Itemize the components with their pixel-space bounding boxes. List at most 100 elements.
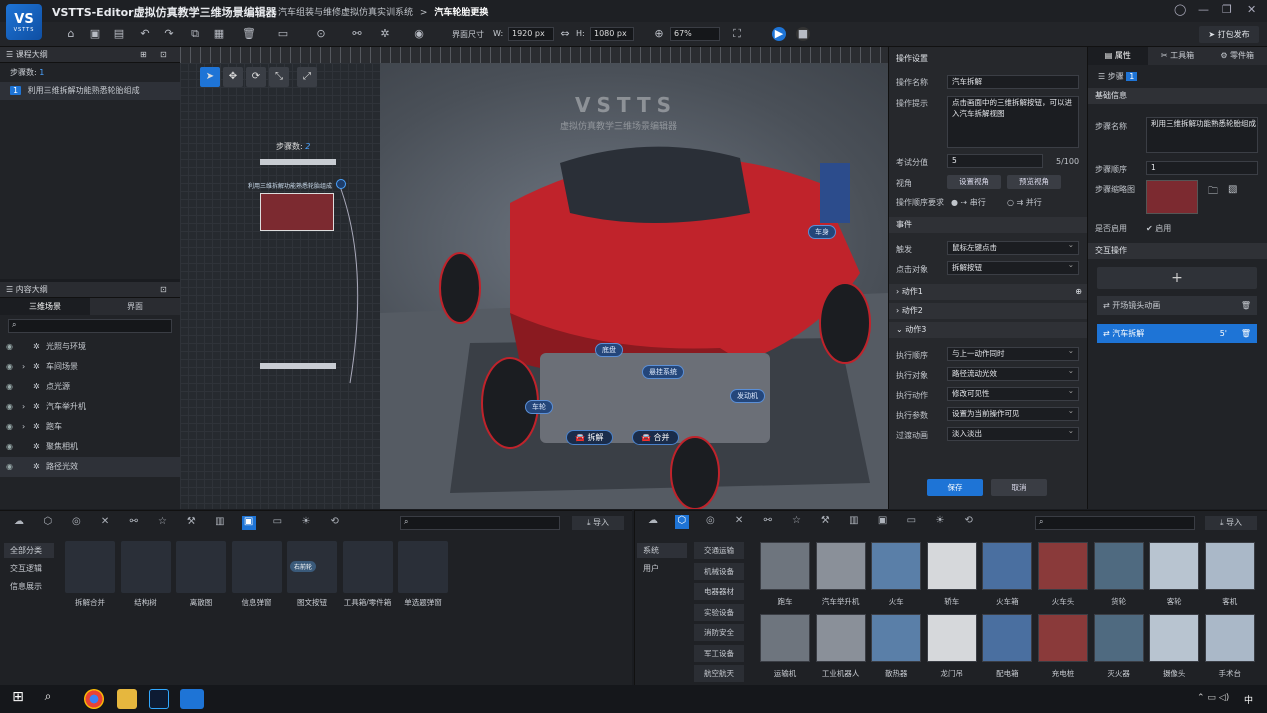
folder-icon[interactable] (117, 689, 137, 709)
library-category-icon[interactable]: ⚒ (184, 516, 198, 530)
asset-thumbnail[interactable] (1149, 614, 1200, 662)
paste-icon[interactable]: ▦ (212, 27, 226, 41)
flow-node-thumbnail[interactable] (260, 193, 334, 231)
widget-thumbnail[interactable] (342, 541, 393, 593)
link-ratio-icon[interactable]: ⇔ (558, 27, 572, 41)
chevron-right-icon[interactable]: › (22, 397, 25, 417)
windows-icon[interactable]: ⊞ (8, 689, 28, 709)
add-action-icon[interactable]: ⊕ (1075, 284, 1082, 300)
add-icon[interactable]: ⊞ (140, 47, 147, 63)
library-category-icon[interactable]: ☁ (12, 516, 26, 530)
content-search-input[interactable]: ⌕ (8, 319, 172, 333)
eye-icon[interactable]: ◉ (6, 337, 13, 357)
assemble-button[interactable]: 🚘 合并 (632, 430, 679, 445)
flow-up-bar[interactable] (260, 159, 336, 165)
link-icon[interactable]: ⚯ (350, 27, 364, 41)
image-icon[interactable]: ▧ (1228, 184, 1237, 195)
asset-subcategory[interactable]: 军工设备 (694, 644, 744, 662)
flow-node-dot[interactable] (336, 179, 346, 189)
scene-tree-item[interactable]: ◉ › ✲ 车间场景 (0, 357, 180, 377)
library-category-icon[interactable]: ◎ (69, 516, 83, 530)
asset-search-input[interactable]: ⌕ (1035, 516, 1195, 530)
eye-icon[interactable]: ◉ (6, 457, 13, 477)
chevron-right-icon[interactable]: › (22, 357, 25, 377)
scene-tree-item[interactable]: ◉ › ✲ 跑车 (0, 417, 180, 437)
tag-wheel[interactable]: 车轮 (525, 400, 553, 414)
asset-category-icon[interactable]: ☀ (933, 515, 947, 529)
chrome-icon[interactable] (84, 689, 104, 709)
library-category-icon[interactable]: ▣ (241, 516, 256, 530)
scene-tree-item[interactable]: ◉ ✲ 光照与环境 (0, 337, 180, 357)
asset-thumbnail[interactable] (1093, 614, 1144, 662)
asset-subcategory[interactable]: 交通运输 (694, 542, 744, 559)
widget-thumbnail[interactable] (398, 541, 448, 593)
eye-icon[interactable]: ◉ (6, 437, 13, 457)
enable-checkbox[interactable]: ✔ 启用 (1146, 223, 1171, 234)
asset-category-icon[interactable]: ◎ (703, 515, 717, 529)
asset-thumbnail[interactable] (982, 614, 1033, 662)
scene-tree-item[interactable]: ◉ ✲ 点光源 (0, 377, 180, 397)
operation-item[interactable]: ⇄ 开场镜头动画 🗑 (1097, 296, 1257, 315)
tag-chassis[interactable]: 底盘 (595, 343, 623, 357)
asset-thumbnail[interactable] (815, 614, 866, 662)
redo-icon[interactable]: ↷ (162, 27, 176, 41)
search-icon[interactable]: ⌕ (38, 689, 58, 709)
asset-category-icon[interactable]: ⚯ (761, 515, 775, 529)
scene-tree-item[interactable]: ◉ ✲ 聚焦相机 (0, 437, 180, 457)
op-name-input[interactable]: 汽车拆解 (947, 75, 1079, 89)
scene-tree-item[interactable]: ◉ ✲ 路径光效 (0, 457, 180, 477)
camera-icon[interactable]: ▭ (276, 27, 290, 41)
minimize-icon[interactable]: — (1198, 3, 1209, 16)
widget-thumbnail[interactable] (231, 541, 282, 593)
tab-interface[interactable]: 界面 (90, 298, 180, 315)
stop-icon[interactable]: ■ (796, 27, 810, 41)
step-name-input[interactable]: 利用三维拆解功能熟悉轮胎组成 (1146, 117, 1258, 153)
asset-category-icon[interactable]: ▣ (876, 515, 890, 529)
ime-indicator[interactable]: 中 (1244, 693, 1253, 706)
scale-tool-icon[interactable]: ⤡ (269, 67, 289, 87)
import-button[interactable]: ⤓ 导入 (1205, 516, 1257, 530)
asset-thumbnail[interactable] (760, 614, 810, 662)
eye-icon[interactable]: ◉ (6, 357, 13, 377)
asset-category-icon[interactable]: ⬡ (674, 515, 689, 529)
delete-icon[interactable]: 🗑 (242, 27, 256, 41)
asset-thumbnail[interactable] (815, 542, 866, 590)
breadcrumb-item[interactable]: 汽车轮胎更换 (434, 8, 488, 18)
import-button[interactable]: ⤓ 导入 (572, 516, 624, 530)
trigger-select[interactable]: 鼠标左键点击 (947, 239, 1079, 255)
height-input[interactable]: 1080 px (590, 27, 634, 41)
category-interaction[interactable]: 交互逻辑 (4, 561, 54, 576)
step-thumbnail[interactable] (1146, 180, 1198, 214)
eye-icon[interactable]: ◉ (6, 397, 13, 417)
library-category-icon[interactable]: ⬡ (41, 516, 55, 530)
asset-subcategory[interactable]: 机械设备 (694, 562, 744, 580)
play-icon[interactable]: ▶ (772, 27, 786, 41)
save-button[interactable]: 保存 (927, 479, 983, 496)
library-category-icon[interactable]: ☀ (299, 516, 313, 530)
asset-thumbnail[interactable] (926, 614, 977, 662)
cancel-button[interactable]: 取消 (991, 479, 1047, 496)
tab-3d-scene[interactable]: 三维场景 (0, 298, 90, 315)
select-tool-icon[interactable]: ➤ (200, 67, 220, 87)
exec-param-select[interactable]: 设置为当前操作可见 (947, 405, 1079, 421)
asset-thumbnail[interactable] (1093, 542, 1144, 590)
vstts-icon[interactable] (180, 689, 204, 709)
folder-icon[interactable]: 🗀 (1208, 184, 1218, 201)
tag-engine[interactable]: 发动机 (730, 389, 765, 403)
transition-select[interactable]: 淡入淡出 (947, 425, 1079, 441)
operation-item-active[interactable]: ⇄ 汽车拆解 5' 🗑 (1097, 324, 1257, 343)
eye-icon[interactable]: ◉ (6, 377, 13, 397)
asset-category-icon[interactable]: ▥ (847, 515, 861, 529)
set-view-button[interactable]: 设置视角 (947, 175, 1001, 189)
flow-down-bar[interactable] (260, 363, 336, 369)
settings-icon[interactable]: ✲ (378, 27, 392, 41)
tag-suspension[interactable]: 悬挂系统 (642, 365, 684, 379)
asset-thumbnail[interactable] (1038, 614, 1088, 662)
asset-thumbnail[interactable] (760, 542, 810, 590)
user-icon[interactable]: ◯ (1174, 3, 1186, 16)
library-category-icon[interactable]: ▭ (270, 516, 284, 530)
asset-subcategory[interactable]: 消防安全 (694, 624, 744, 641)
step-order-input[interactable]: 1 (1146, 161, 1258, 175)
op-hint-textarea[interactable]: 点击画面中的三维拆解按钮，可以进入汽车拆解视图 (947, 96, 1079, 148)
library-category-icon[interactable]: ⟲ (328, 516, 342, 530)
